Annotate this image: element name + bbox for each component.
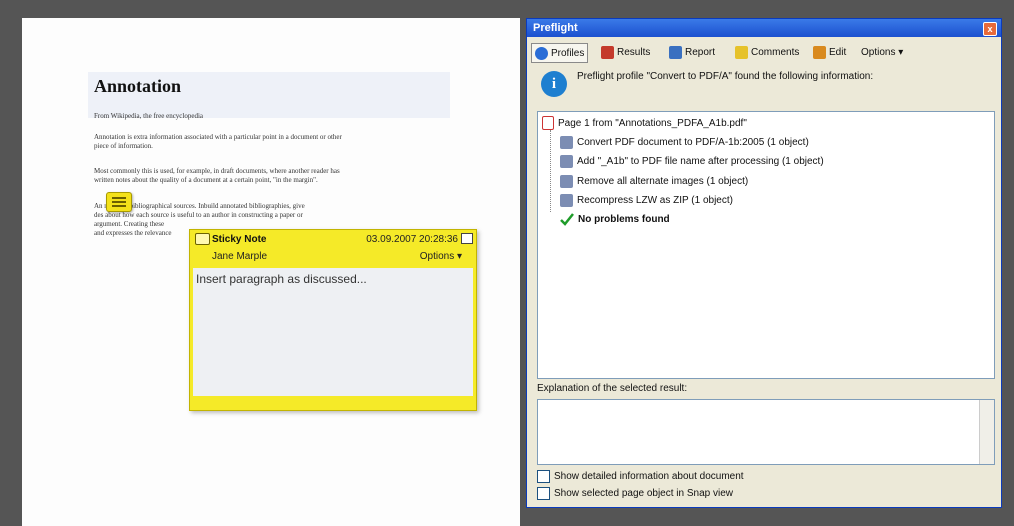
fixup-icon: [560, 155, 573, 168]
profiles-icon: [535, 46, 548, 60]
tree-item-fixup[interactable]: Recompress LZW as ZIP (1 object): [560, 194, 733, 207]
tab-label: Comments: [751, 46, 800, 58]
tab-comments[interactable]: Comments: [735, 43, 799, 61]
page-icon: [542, 116, 554, 130]
fixup-icon: [560, 175, 573, 188]
tree-item-fixup[interactable]: Remove all alternate images (1 object): [560, 175, 748, 188]
tree-item-fixup[interactable]: Convert PDF document to PDF/A-1b:2005 (1…: [560, 136, 809, 149]
snap-view-checkbox-row[interactable]: Show selected page object in Snap view: [537, 487, 733, 500]
comments-icon: [735, 45, 748, 59]
tree-item-label: Remove all alternate images (1 object): [577, 176, 749, 187]
doc-line: written notes about the quality of a doc…: [94, 176, 318, 184]
tab-label: Results: [617, 46, 651, 58]
info-message: i Preflight profile "Convert to PDF/A" f…: [541, 69, 991, 105]
tab-label: Profiles: [551, 47, 585, 59]
sticky-note-author: Jane Marple: [212, 251, 268, 262]
preflight-titlebar[interactable]: Preflight x: [527, 19, 1001, 37]
detailed-info-checkbox[interactable]: [537, 470, 550, 483]
doc-line: An ns about bibliographical sources. Inb…: [94, 202, 305, 210]
sticky-note-body[interactable]: Insert paragraph as discussed...: [193, 268, 473, 396]
window-title: Preflight: [533, 22, 578, 34]
results-icon: [601, 45, 614, 59]
info-text: Preflight profile "Convert to PDF/A" fou…: [577, 71, 874, 82]
doc-line: des about how each source is useful to a…: [94, 211, 303, 219]
snap-view-checkbox[interactable]: [537, 487, 550, 500]
results-tree[interactable]: Page 1 from "Annotations_PDFA_A1b.pdf" C…: [537, 111, 995, 379]
explanation-box[interactable]: [537, 399, 995, 465]
sticky-note-date: 03.09.2007 20:28:36: [366, 234, 458, 245]
tab-label: Report: [685, 46, 716, 58]
sticky-note-header[interactable]: Sticky Note 03.09.2007 20:28:36 Jane Mar…: [190, 230, 476, 268]
tab-label: Edit: [829, 46, 847, 58]
info-icon: i: [541, 71, 567, 97]
detailed-info-checkbox-row[interactable]: Show detailed information about document: [537, 470, 744, 483]
sticky-note-icon[interactable]: [106, 192, 132, 212]
minimize-icon[interactable]: [461, 233, 473, 244]
fixup-icon: [560, 194, 573, 207]
fixup-icon: [560, 136, 573, 149]
tab-profiles[interactable]: Profiles: [531, 43, 589, 63]
tree-item-fixup[interactable]: Add "_A1b" to PDF file name after proces…: [560, 155, 824, 168]
app-background: Annotation From Wikipedia, the free ency…: [0, 0, 1014, 526]
doc-line: Most commonly this is used, for example,…: [94, 167, 340, 175]
sticky-note-text[interactable]: Insert paragraph as discussed...: [196, 272, 367, 286]
tree-item-label: No problems found: [578, 214, 670, 225]
tree-item-page[interactable]: Page 1 from "Annotations_PDFA_A1b.pdf": [542, 116, 747, 130]
report-icon: [669, 45, 682, 59]
document-title: Annotation: [94, 76, 182, 96]
close-icon[interactable]: x: [983, 22, 997, 36]
doc-line: Annotation is extra information associat…: [94, 133, 342, 141]
comment-bubble-icon: [195, 233, 210, 245]
checkbox-label: Show selected page object in Snap view: [554, 488, 734, 499]
tab-edit[interactable]: Edit: [813, 43, 846, 61]
tree-connector: [550, 130, 551, 212]
tree-item-result[interactable]: No problems found: [560, 213, 670, 226]
sticky-note-title: Sticky Note: [212, 234, 267, 245]
checkmark-icon: [560, 213, 574, 226]
preflight-panel: Preflight x Profiles Results Report Comm…: [526, 18, 1002, 508]
tab-options[interactable]: Options ▾: [861, 43, 903, 61]
scrollbar[interactable]: [979, 400, 994, 464]
doc-line: piece of information.: [94, 142, 153, 150]
tab-results[interactable]: Results: [601, 43, 650, 61]
explanation-label: Explanation of the selected result:: [537, 383, 688, 394]
doc-line: From Wikipedia, the free encyclopedia: [94, 112, 204, 120]
tab-bar: Profiles Results Report Comments Edit Op…: [531, 43, 997, 63]
tab-report[interactable]: Report: [669, 43, 715, 61]
doc-line: argument. Creating these: [94, 220, 165, 228]
sticky-note-popup[interactable]: Sticky Note 03.09.2007 20:28:36 Jane Mar…: [189, 229, 477, 411]
tree-item-label: Add "_A1b" to PDF file name after proces…: [577, 156, 824, 167]
tab-label: Options ▾: [861, 46, 904, 58]
tree-item-label: Convert PDF document to PDF/A-1b:2005 (1…: [577, 137, 809, 148]
tree-item-label: Recompress LZW as ZIP (1 object): [577, 195, 733, 206]
tree-item-label: Page 1 from "Annotations_PDFA_A1b.pdf": [558, 117, 747, 129]
edit-icon: [813, 45, 826, 59]
sticky-note-options[interactable]: Options ▾: [420, 251, 462, 262]
checkbox-label: Show detailed information about document: [554, 471, 744, 482]
